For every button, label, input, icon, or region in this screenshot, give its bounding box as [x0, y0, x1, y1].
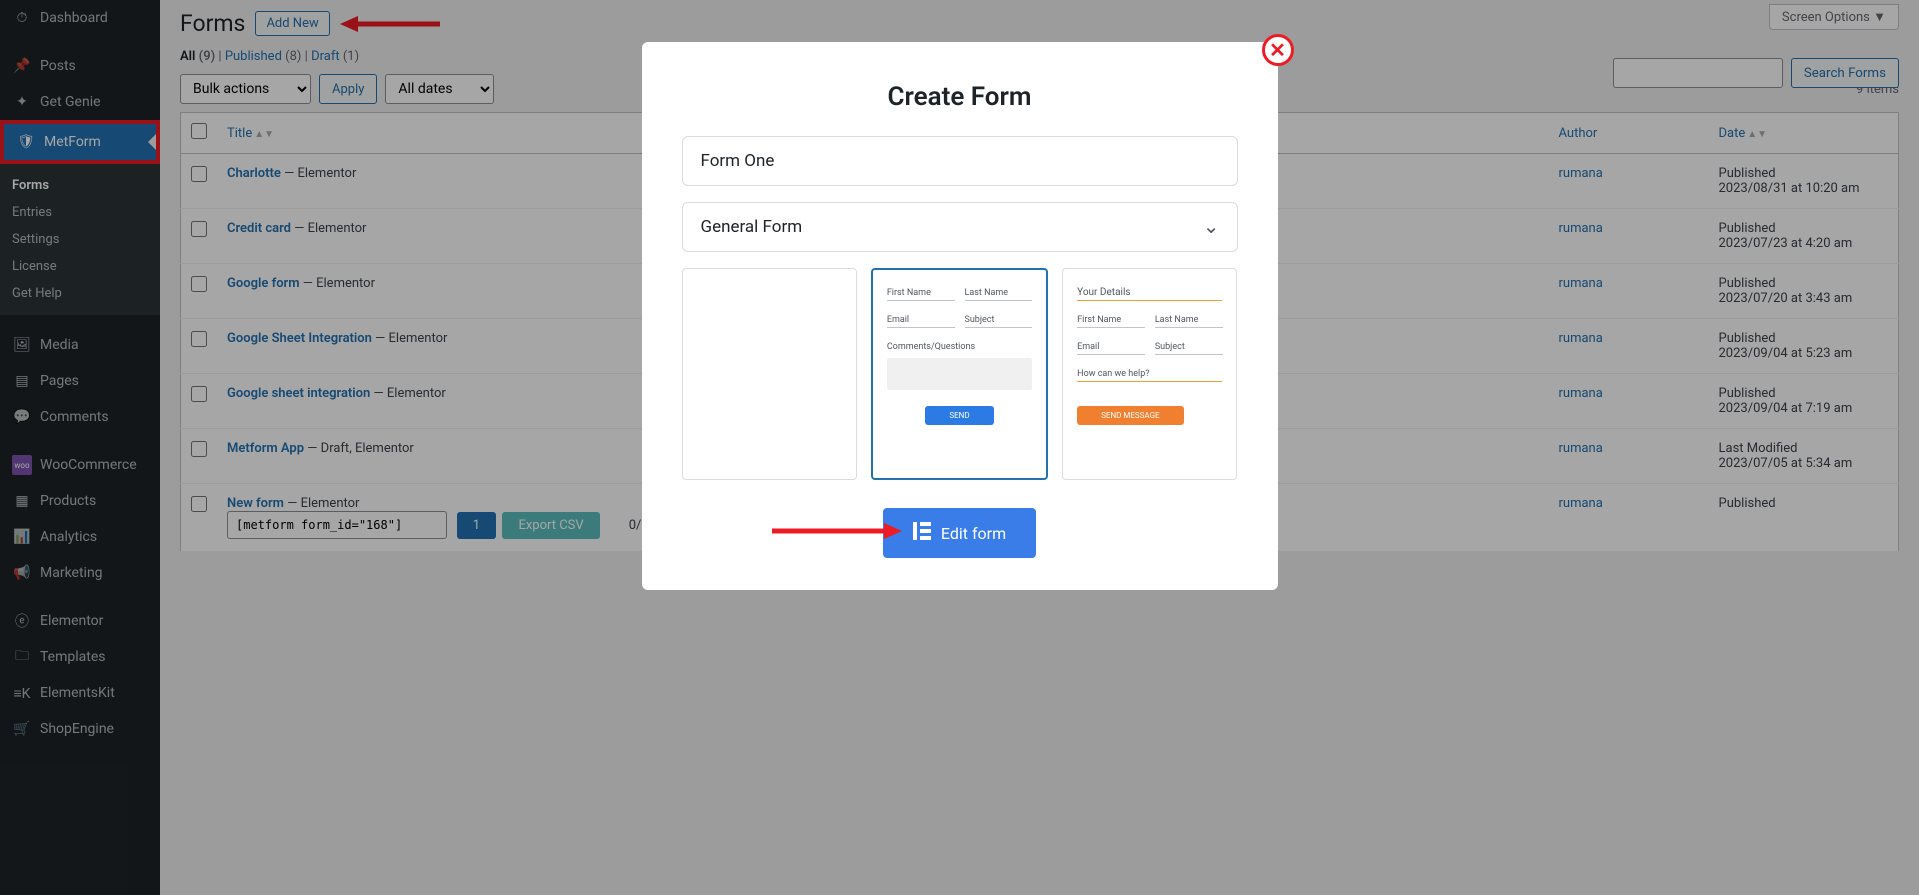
edit-form-row: Edit form: [682, 508, 1238, 558]
template-send-button: SEND MESSAGE: [1077, 406, 1183, 425]
template-label: Subject: [965, 315, 1033, 325]
edit-form-label: Edit form: [941, 524, 1006, 543]
template-label: First Name: [1077, 315, 1145, 325]
elementor-icon: [913, 522, 931, 544]
template-label: Comments/Questions: [887, 342, 1032, 352]
edit-form-button[interactable]: Edit form: [883, 508, 1036, 558]
create-form-modal: ✕ Create Form General Form First NameLas…: [642, 42, 1278, 590]
template-label: Email: [1077, 342, 1145, 352]
form-type-select[interactable]: General Form: [682, 202, 1238, 252]
annotation-arrow-icon: [772, 520, 902, 546]
template-label: First Name: [887, 288, 955, 298]
template-label: Email: [887, 315, 955, 325]
template-grid: First Name Last Name Email Subject Comment…: [682, 268, 1238, 480]
close-icon: ✕: [1269, 38, 1286, 62]
template-label: How can we help?: [1077, 369, 1222, 379]
form-name-input[interactable]: [682, 136, 1238, 186]
template-label: Subject: [1155, 342, 1223, 352]
modal-overlay[interactable]: ✕ Create Form General Form First Name Las…: [0, 0, 1919, 895]
template-label: Last Name: [965, 288, 1033, 298]
template-card-blank[interactable]: [682, 268, 857, 480]
template-label: Last Name: [1155, 315, 1223, 325]
close-button[interactable]: ✕: [1262, 34, 1294, 66]
modal-title: Create Form: [682, 82, 1238, 112]
template-send-button: SEND: [925, 406, 993, 425]
template-card-details[interactable]: Your Details First Name Last Name Email Su…: [1062, 268, 1237, 480]
template-card-general[interactable]: First Name Last Name Email Subject Comment…: [871, 268, 1048, 480]
template-label: Your Details: [1077, 287, 1222, 298]
